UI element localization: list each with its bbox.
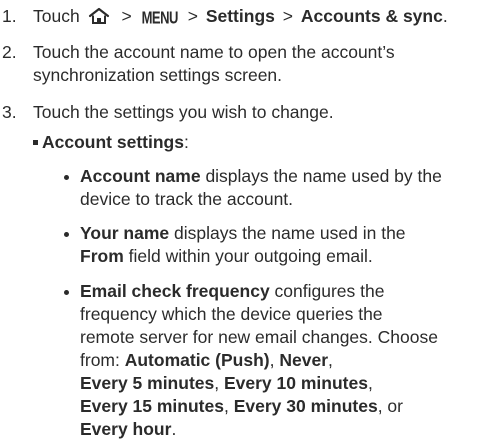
step-text: Touch the settings you wish to change. <box>33 102 334 122</box>
separator-arrow: > <box>187 6 198 26</box>
bullet-text: Email check frequency configures the fre… <box>80 280 484 441</box>
step-text: Touch > MENU > Settings > Accounts & syn… <box>33 5 478 29</box>
comma: , <box>214 373 220 393</box>
step-number: 3. <box>2 102 17 122</box>
step-text-line: synchronization settings screen. <box>33 65 283 85</box>
text: displays the name used by the <box>200 166 442 186</box>
comma: , <box>269 350 275 370</box>
step-text-line: Touch the account name to open the accou… <box>33 42 395 62</box>
touch-word: Touch <box>33 6 80 26</box>
bullet-dot-icon <box>64 232 69 237</box>
text: from: <box>80 350 125 370</box>
bullet-line: From field within your outgoing email. <box>80 245 484 268</box>
account-settings-heading: Account settings: <box>33 131 473 154</box>
document-page: 1. Touch > MENU > Settings > Accounts & … <box>0 0 487 439</box>
separator-arrow: > <box>121 6 132 26</box>
bullet-text: Your name displays the name used in the … <box>80 222 484 268</box>
term: Your name <box>80 223 170 243</box>
option: Every 5 minutes <box>80 373 215 393</box>
bullet-line: device to track the account. <box>80 189 294 209</box>
bullet-text: Account name displays the name used by t… <box>80 165 484 211</box>
option: Every 30 minutes <box>233 396 378 416</box>
bullet-line: Account name displays the name used by t… <box>80 165 484 188</box>
home-icon <box>88 7 109 24</box>
comma: , <box>223 396 229 416</box>
option: Automatic (Push) <box>124 350 270 370</box>
option: Every hour <box>80 419 172 439</box>
accounts-sync-label: Accounts & sync <box>300 6 443 26</box>
menu-key-label: MENU <box>141 7 179 28</box>
text: configures the <box>269 281 385 301</box>
period: . <box>171 419 177 439</box>
bullet-line: frequency which the device queries the <box>80 304 383 324</box>
term: Email check frequency <box>80 281 270 301</box>
option: Every 15 minutes <box>80 396 224 416</box>
bullet-line: Email check frequency configures the <box>80 280 484 303</box>
option: Every 10 minutes <box>223 373 368 393</box>
text: , or <box>377 396 403 416</box>
comma: , <box>328 350 333 370</box>
step-text: Touch the account name to open the accou… <box>33 41 478 87</box>
colon: : <box>183 132 189 152</box>
step-number: 1. <box>2 6 17 26</box>
comma: , <box>367 373 373 393</box>
term: From <box>80 246 124 266</box>
option: Never <box>279 350 329 370</box>
bullet-line: remote server for new email changes. Cho… <box>80 327 438 347</box>
settings-label: Settings <box>205 6 275 26</box>
period: . <box>442 6 448 26</box>
bullet-line: Every 5 minutes, Every 10 minutes, <box>80 372 484 395</box>
term: Account name <box>80 166 201 186</box>
bullet-line: Every hour. <box>80 418 484 441</box>
separator-arrow: > <box>282 6 293 26</box>
square-bullet-icon <box>33 140 38 145</box>
bullet-line: from: Automatic (Push), Never, <box>80 349 484 372</box>
bullet-dot-icon <box>64 175 69 180</box>
bullet-line: Every 15 minutes, Every 30 minutes, or <box>80 395 484 418</box>
text: displays the name used in the <box>169 223 406 243</box>
account-settings-label: Account settings <box>42 132 184 152</box>
bullet-dot-icon <box>64 290 69 295</box>
bullet-line: Your name displays the name used in the <box>80 222 484 245</box>
text: field within your outgoing email. <box>123 246 373 266</box>
step-number: 2. <box>2 42 17 62</box>
